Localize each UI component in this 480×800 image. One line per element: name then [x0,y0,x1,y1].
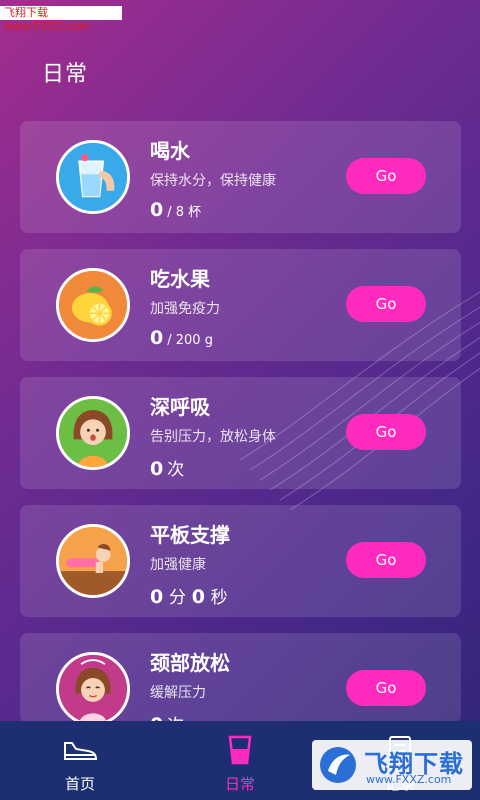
seconds-value: 0 [191,586,205,608]
neck-relax-icon [56,652,130,723]
tab-label: 首页 [64,775,95,793]
go-button-breathing[interactable]: Go [346,414,426,450]
plank-icon [56,524,130,598]
watermark-logo: 飞翔下载 www.FXXZ.com [312,740,472,790]
go-button-plank[interactable]: Go [346,542,426,578]
watermark-url: www.FXXZ.com [366,773,452,786]
watermark-top: 飞翔下载 www.FXXZ.com [0,6,122,33]
card-subtitle: 保持水分，保持健康 [150,173,276,189]
watermark-logo-icon [320,747,356,783]
go-button-neck[interactable]: Go [346,670,426,706]
card-progress: 0次 [150,455,184,480]
card-plank: 平板支撑 加强健康 0 分 0 秒 Go [20,505,461,617]
card-subtitle: 告别压力，放松身体 [150,429,276,445]
card-title: 喝水 [150,139,190,163]
cup-icon [228,735,252,765]
minutes-unit: 分 [168,588,186,608]
tab-daily[interactable]: 日常 [160,721,320,800]
card-subtitle: 加强免疫力 [150,301,220,317]
tab-home[interactable]: 首页 [0,721,160,800]
shoe-icon [64,742,98,760]
breathing-woman-icon [56,396,130,470]
card-progress: 0/ 8 杯 [150,199,201,221]
card-neck: 颈部放松 缓解压力 0次 Go [20,633,461,723]
card-title: 平板支撑 [150,523,230,547]
card-progress: 0 分 0 秒 [150,583,228,608]
progress-unit: / 200 g [167,333,213,348]
tab-label: 日常 [224,775,255,793]
progress-unit: 次 [167,460,185,480]
card-progress: 0/ 200 g [150,327,213,349]
card-title: 颈部放松 [150,651,230,675]
go-button-water[interactable]: Go [346,158,426,194]
lemon-icon [56,268,130,342]
card-subtitle: 加强健康 [150,557,206,573]
seconds-unit: 秒 [210,588,228,608]
go-button-fruit[interactable]: Go [346,286,426,322]
progress-value: 0 [150,458,164,480]
card-subtitle: 缓解压力 [150,685,206,701]
progress-value: 0 [150,327,164,349]
progress-value: 0 [150,199,164,221]
card-title: 吃水果 [150,267,210,291]
card-title: 深呼吸 [150,395,210,419]
card-water: 喝水 保持水分，保持健康 0/ 8 杯 Go [20,121,461,233]
card-breathing: 深呼吸 告别压力，放松身体 0次 Go [20,377,461,489]
card-fruit: 吃水果 加强免疫力 0/ 200 g Go [20,249,461,361]
minutes-value: 0 [150,586,164,608]
water-glass-icon [56,140,130,214]
progress-unit: / 8 杯 [167,205,202,220]
page-title: 日常 [42,62,89,87]
